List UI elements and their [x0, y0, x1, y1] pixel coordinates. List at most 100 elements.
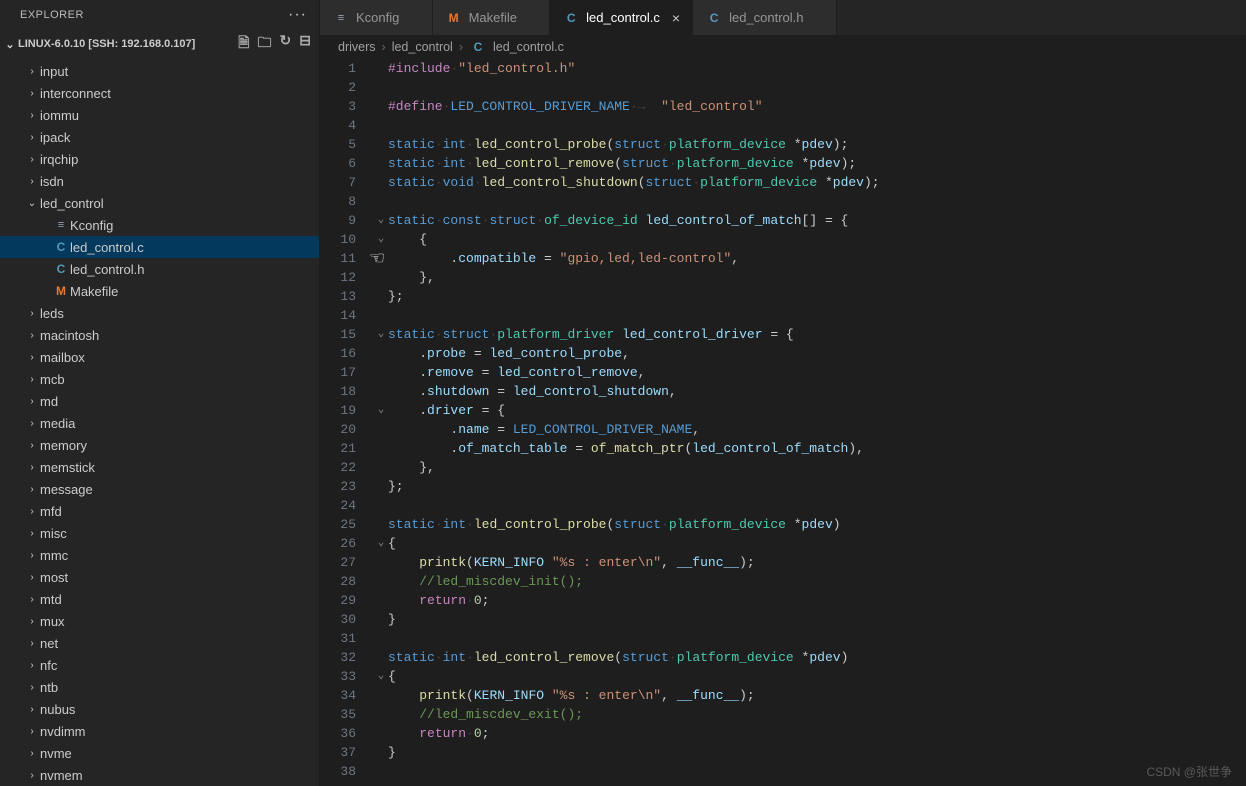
- fold-icon[interactable]: ⌄: [374, 325, 388, 344]
- tree-folder-ntb[interactable]: ›ntb: [0, 676, 319, 698]
- chevron-right-icon[interactable]: ›: [24, 132, 40, 143]
- tree-folder-nvdimm[interactable]: ›nvdimm: [0, 720, 319, 742]
- workspace-header[interactable]: ⌄ LINUX-6.0.10 [SSH: 192.168.0.107] 🗎 🗀 …: [0, 30, 319, 58]
- fold-icon[interactable]: ⌄: [374, 211, 388, 230]
- code-line[interactable]: 10⌄ {: [320, 230, 1246, 249]
- tree-folder-iommu[interactable]: ›iommu: [0, 104, 319, 126]
- chevron-right-icon[interactable]: ›: [24, 308, 40, 319]
- tree-folder-leds[interactable]: ›leds: [0, 302, 319, 324]
- code-line[interactable]: 16 .probe = led_control_probe,: [320, 344, 1246, 363]
- chevron-right-icon[interactable]: ›: [24, 660, 40, 671]
- code-text[interactable]: printk(KERN_INFO "%s : enter\n", __func_…: [388, 686, 1246, 705]
- chevron-right-icon[interactable]: ›: [24, 352, 40, 363]
- breadcrumbs[interactable]: drivers›led_control›Cled_control.c: [320, 35, 1246, 59]
- code-text[interactable]: [388, 116, 1246, 135]
- code-text[interactable]: [388, 496, 1246, 515]
- code-line[interactable]: 22 },: [320, 458, 1246, 477]
- tree-folder-nvme[interactable]: ›nvme: [0, 742, 319, 764]
- fold-icon[interactable]: ⌄: [374, 534, 388, 553]
- code-line[interactable]: 11 .compatible = "gpio,led,led-control",: [320, 249, 1246, 268]
- code-line[interactable]: 17 .remove = led_control_remove,: [320, 363, 1246, 382]
- chevron-right-icon[interactable]: ›: [24, 418, 40, 429]
- code-line[interactable]: 25static·int·led_control_probe(struct·pl…: [320, 515, 1246, 534]
- code-text[interactable]: static·void·led_control_shutdown(struct·…: [388, 173, 1246, 192]
- chevron-right-icon[interactable]: ›: [24, 66, 40, 77]
- tree-folder-irqchip[interactable]: ›irqchip: [0, 148, 319, 170]
- code-editor[interactable]: 1#include·"led_control.h"23#define·LED_C…: [320, 59, 1246, 786]
- code-text[interactable]: }: [388, 610, 1246, 629]
- code-text[interactable]: {: [388, 534, 1246, 553]
- code-line[interactable]: 24: [320, 496, 1246, 515]
- code-line[interactable]: 18 .shutdown = led_control_shutdown,: [320, 382, 1246, 401]
- fold-icon[interactable]: ⌄: [374, 401, 388, 420]
- chevron-right-icon[interactable]: ›: [24, 176, 40, 187]
- tab-Makefile[interactable]: MMakefile×: [433, 0, 551, 35]
- chevron-right-icon[interactable]: ›: [24, 110, 40, 121]
- tree-folder-memstick[interactable]: ›memstick: [0, 456, 319, 478]
- chevron-down-icon[interactable]: ⌄: [24, 198, 40, 209]
- code-text[interactable]: [388, 78, 1246, 97]
- tree-file-Makefile[interactable]: MMakefile: [0, 280, 319, 302]
- tree-folder-input[interactable]: ›input: [0, 60, 319, 82]
- code-text[interactable]: #include·"led_control.h": [388, 59, 1246, 78]
- code-text[interactable]: .probe = led_control_probe,: [388, 344, 1246, 363]
- chevron-right-icon[interactable]: ›: [24, 396, 40, 407]
- tree-folder-memory[interactable]: ›memory: [0, 434, 319, 456]
- code-text[interactable]: printk(KERN_INFO "%s : enter\n", __func_…: [388, 553, 1246, 572]
- tree-folder-message[interactable]: ›message: [0, 478, 319, 500]
- code-line[interactable]: 13};: [320, 287, 1246, 306]
- code-text[interactable]: {: [388, 667, 1246, 686]
- tree-folder-nvmem[interactable]: ›nvmem: [0, 764, 319, 786]
- code-text[interactable]: {: [388, 230, 1246, 249]
- tree-folder-mfd[interactable]: ›mfd: [0, 500, 319, 522]
- code-text[interactable]: static·struct·platform_driver led_contro…: [388, 325, 1246, 344]
- tree-folder-mmc[interactable]: ›mmc: [0, 544, 319, 566]
- tree-folder-interconnect[interactable]: ›interconnect: [0, 82, 319, 104]
- chevron-right-icon[interactable]: ›: [24, 550, 40, 561]
- close-icon[interactable]: ×: [672, 10, 680, 26]
- breadcrumb-item[interactable]: led_control.c: [493, 40, 564, 54]
- code-line[interactable]: 21 .of_match_table = of_match_ptr(led_co…: [320, 439, 1246, 458]
- code-line[interactable]: 5static·int·led_control_probe(struct·pla…: [320, 135, 1246, 154]
- code-line[interactable]: 38: [320, 762, 1246, 781]
- code-text[interactable]: .of_match_table = of_match_ptr(led_contr…: [388, 439, 1246, 458]
- chevron-right-icon[interactable]: ›: [24, 748, 40, 759]
- code-line[interactable]: 29 return·0;: [320, 591, 1246, 610]
- tree-folder-most[interactable]: ›most: [0, 566, 319, 588]
- tab-Kconfig[interactable]: ≡Kconfig×: [320, 0, 433, 35]
- code-text[interactable]: static·int·led_control_probe(struct·plat…: [388, 515, 1246, 534]
- file-tree[interactable]: ›input›interconnect›iommu›ipack›irqchip›…: [0, 58, 319, 786]
- code-line[interactable]: 1#include·"led_control.h": [320, 59, 1246, 78]
- code-line[interactable]: 2: [320, 78, 1246, 97]
- breadcrumb-item[interactable]: drivers: [338, 40, 376, 54]
- code-text[interactable]: },: [388, 268, 1246, 287]
- code-text[interactable]: },: [388, 458, 1246, 477]
- code-line[interactable]: 9⌄static·const·struct·of_device_id led_c…: [320, 211, 1246, 230]
- tree-folder-net[interactable]: ›net: [0, 632, 319, 654]
- code-line[interactable]: 14: [320, 306, 1246, 325]
- code-line[interactable]: 34 printk(KERN_INFO "%s : enter\n", __fu…: [320, 686, 1246, 705]
- chevron-right-icon[interactable]: ›: [24, 572, 40, 583]
- code-line[interactable]: 32static·int·led_control_remove(struct·p…: [320, 648, 1246, 667]
- chevron-right-icon[interactable]: ›: [24, 704, 40, 715]
- code-line[interactable]: 23};: [320, 477, 1246, 496]
- code-line[interactable]: 30}: [320, 610, 1246, 629]
- code-text[interactable]: [388, 192, 1246, 211]
- code-line[interactable]: 6static·int·led_control_remove(struct·pl…: [320, 154, 1246, 173]
- code-text[interactable]: static·const·struct·of_device_id led_con…: [388, 211, 1246, 230]
- tab-led_control.h[interactable]: Cled_control.h×: [693, 0, 837, 35]
- code-line[interactable]: 27 printk(KERN_INFO "%s : enter\n", __fu…: [320, 553, 1246, 572]
- code-line[interactable]: 15⌄static·struct·platform_driver led_con…: [320, 325, 1246, 344]
- code-text[interactable]: static·int·led_control_probe(struct·plat…: [388, 135, 1246, 154]
- code-line[interactable]: 37}: [320, 743, 1246, 762]
- code-text[interactable]: return·0;: [388, 591, 1246, 610]
- code-line[interactable]: 28 //led_miscdev_init();: [320, 572, 1246, 591]
- tree-folder-mtd[interactable]: ›mtd: [0, 588, 319, 610]
- fold-icon[interactable]: ⌄: [374, 230, 388, 249]
- code-line[interactable]: 3#define·LED_CONTROL_DRIVER_NAME·→ "led_…: [320, 97, 1246, 116]
- tree-file-Kconfig[interactable]: ≡Kconfig: [0, 214, 319, 236]
- code-line[interactable]: 12 },: [320, 268, 1246, 287]
- code-line[interactable]: 19⌄ .driver = {: [320, 401, 1246, 420]
- tree-file-led_control.h[interactable]: Cled_control.h: [0, 258, 319, 280]
- tree-folder-misc[interactable]: ›misc: [0, 522, 319, 544]
